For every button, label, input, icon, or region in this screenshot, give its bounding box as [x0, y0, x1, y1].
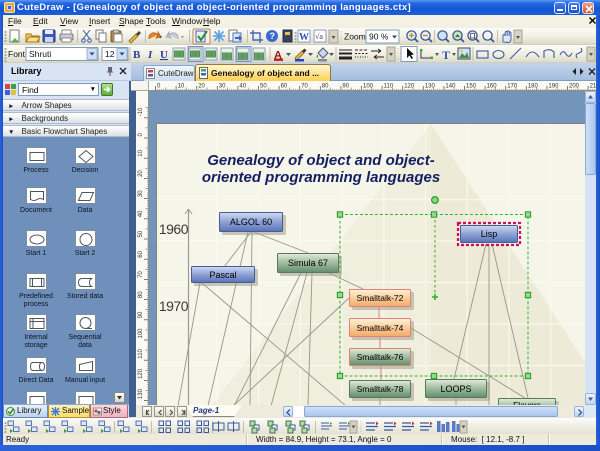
- svg-text:110: 110: [138, 348, 144, 358]
- svg-text:W: W: [299, 32, 309, 43]
- svg-text:80: 80: [322, 84, 329, 90]
- svg-text:60: 60: [138, 250, 144, 257]
- svg-text:10: 10: [178, 84, 185, 90]
- svg-text:12: 12: [105, 49, 115, 59]
- svg-text:70: 70: [138, 271, 144, 278]
- svg-text:80: 80: [138, 291, 144, 298]
- svg-text:90: 90: [342, 84, 349, 90]
- svg-text:50: 50: [260, 84, 267, 90]
- svg-text:130: 130: [138, 388, 144, 399]
- svg-text:120: 120: [138, 368, 144, 379]
- svg-text:40: 40: [239, 84, 246, 90]
- svg-text:70: 70: [301, 84, 308, 90]
- svg-text:B: B: [133, 49, 141, 61]
- svg-text:0: 0: [138, 133, 144, 137]
- svg-text:30: 30: [138, 190, 144, 197]
- svg-text:60: 60: [281, 84, 288, 90]
- svg-text:√a: √a: [315, 32, 323, 41]
- svg-text:20: 20: [198, 84, 205, 90]
- svg-text:0: 0: [157, 84, 161, 90]
- svg-text:90 %: 90 %: [369, 32, 389, 42]
- svg-text:Zoom: Zoom: [344, 32, 366, 42]
- svg-text:40: 40: [138, 210, 144, 217]
- svg-text:20: 20: [138, 170, 144, 177]
- svg-text:90: 90: [138, 311, 144, 318]
- svg-text:Font: Font: [8, 49, 26, 59]
- svg-text:50: 50: [138, 230, 144, 237]
- svg-text:I: I: [147, 49, 153, 61]
- svg-text:U: U: [160, 49, 168, 61]
- svg-text:T: T: [442, 48, 450, 62]
- svg-text:Shruti: Shruti: [29, 49, 51, 59]
- svg-text:-10: -10: [138, 107, 144, 116]
- svg-text:?: ?: [270, 31, 276, 41]
- svg-text:10: 10: [138, 149, 144, 156]
- svg-text:100: 100: [138, 328, 144, 339]
- svg-text:30: 30: [219, 84, 226, 90]
